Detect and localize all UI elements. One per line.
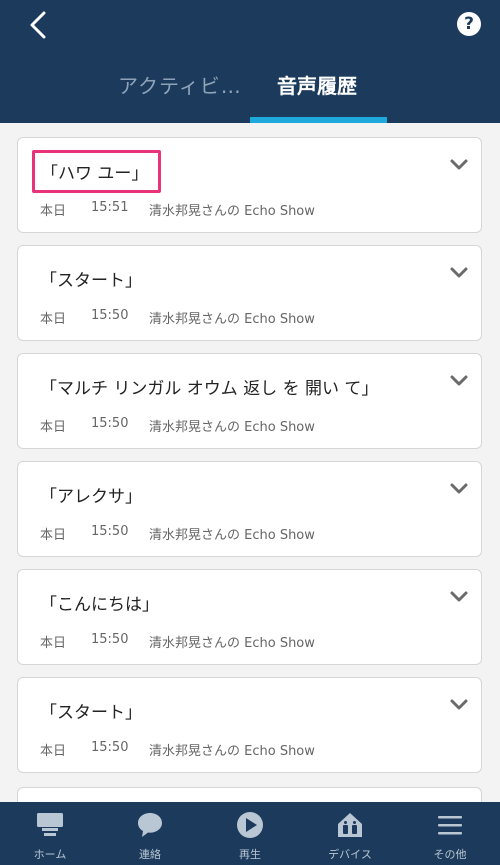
- chevron-down-icon[interactable]: [450, 482, 468, 496]
- nav-contact-label: 連絡: [139, 848, 161, 861]
- utterance-text: 「アレクサ」: [40, 487, 142, 507]
- app-root: ? アクティビ… 音声履歴 「ハワ ユー」 本日 15:51 清水邦晃さんの E…: [0, 0, 500, 865]
- chevron-down-icon[interactable]: [450, 158, 468, 172]
- history-date: 本日: [40, 744, 67, 759]
- utterance-text: 「こんにちは」: [40, 595, 159, 615]
- utterance-text: 「スタート」: [40, 703, 142, 723]
- history-card[interactable]: 「スタート」 本日 15:50 清水邦晃さんの Echo Show: [17, 677, 482, 773]
- nav-more[interactable]: その他: [400, 802, 500, 865]
- chevron-down-icon[interactable]: [450, 590, 468, 604]
- voice-history-list[interactable]: 「ハワ ユー」 本日 15:51 清水邦晃さんの Echo Show 「スタート…: [0, 123, 500, 803]
- history-card[interactable]: 「こんにちは」 本日 15:50 清水邦晃さんの Echo Show: [17, 569, 482, 665]
- history-device: 清水邦晃さんの Echo Show: [149, 528, 315, 543]
- history-date: 本日: [40, 528, 67, 543]
- nav-home-label: ホーム: [33, 848, 67, 861]
- header-bar: ? アクティビ… 音声履歴: [0, 0, 500, 123]
- nav-play[interactable]: 再生: [200, 802, 300, 865]
- nav-contact[interactable]: 連絡: [100, 802, 200, 865]
- bottom-nav: ホーム 連絡 再生 デバイス その他: [0, 802, 500, 865]
- devices-icon: [338, 813, 362, 837]
- nav-home[interactable]: ホーム: [0, 802, 100, 865]
- menu-icon: [438, 816, 462, 835]
- history-device: 清水邦晃さんの Echo Show: [149, 744, 315, 759]
- chevron-down-icon[interactable]: [450, 374, 468, 388]
- history-time: 15:50: [91, 308, 129, 323]
- back-button[interactable]: [22, 8, 54, 42]
- history-card[interactable]: 「スタート」 本日 15:50 清水邦晃さんの Echo Show: [17, 245, 482, 341]
- chevron-down-icon[interactable]: [450, 698, 468, 712]
- history-device: 清水邦晃さんの Echo Show: [149, 204, 315, 219]
- history-time: 15:50: [91, 416, 129, 431]
- nav-devices-label: デバイス: [328, 848, 372, 861]
- history-date: 本日: [40, 420, 67, 435]
- tab-voice-history[interactable]: 音声履歴: [277, 70, 357, 99]
- history-card-partial[interactable]: [17, 787, 482, 803]
- history-date: 本日: [40, 636, 67, 651]
- tab-bar: アクティビ… 音声履歴: [0, 60, 500, 123]
- question-icon: ?: [464, 13, 474, 34]
- utterance-text: 「マルチ リンガル オウム 返し を 開い て」: [40, 379, 379, 399]
- nav-play-label: 再生: [239, 848, 261, 861]
- history-card[interactable]: 「アレクサ」 本日 15:50 清水邦晃さんの Echo Show: [17, 461, 482, 557]
- home-icon: [37, 813, 63, 836]
- history-date: 本日: [40, 204, 67, 219]
- history-device: 清水邦晃さんの Echo Show: [149, 636, 315, 651]
- nav-devices[interactable]: デバイス: [300, 802, 400, 865]
- chevron-left-icon: [30, 11, 46, 39]
- nav-more-label: その他: [433, 848, 467, 861]
- history-time: 15:50: [91, 740, 129, 755]
- history-device: 清水邦晃さんの Echo Show: [149, 312, 315, 327]
- history-device: 清水邦晃さんの Echo Show: [149, 420, 315, 435]
- help-button[interactable]: ?: [457, 12, 481, 36]
- history-date: 本日: [40, 312, 67, 327]
- chat-bubble-icon: [138, 813, 162, 837]
- play-icon: [237, 812, 263, 838]
- history-time: 15:50: [91, 632, 129, 647]
- utterance-text: 「スタート」: [40, 271, 142, 291]
- history-time: 15:51: [91, 200, 129, 215]
- tab-activity[interactable]: アクティビ…: [118, 70, 242, 99]
- history-card[interactable]: 「ハワ ユー」 本日 15:51 清水邦晃さんの Echo Show: [17, 137, 482, 233]
- chevron-down-icon[interactable]: [450, 266, 468, 280]
- utterance-text: 「ハワ ユー」: [32, 150, 162, 193]
- history-time: 15:50: [91, 524, 129, 539]
- history-card[interactable]: 「マルチ リンガル オウム 返し を 開い て」 本日 15:50 清水邦晃さん…: [17, 353, 482, 449]
